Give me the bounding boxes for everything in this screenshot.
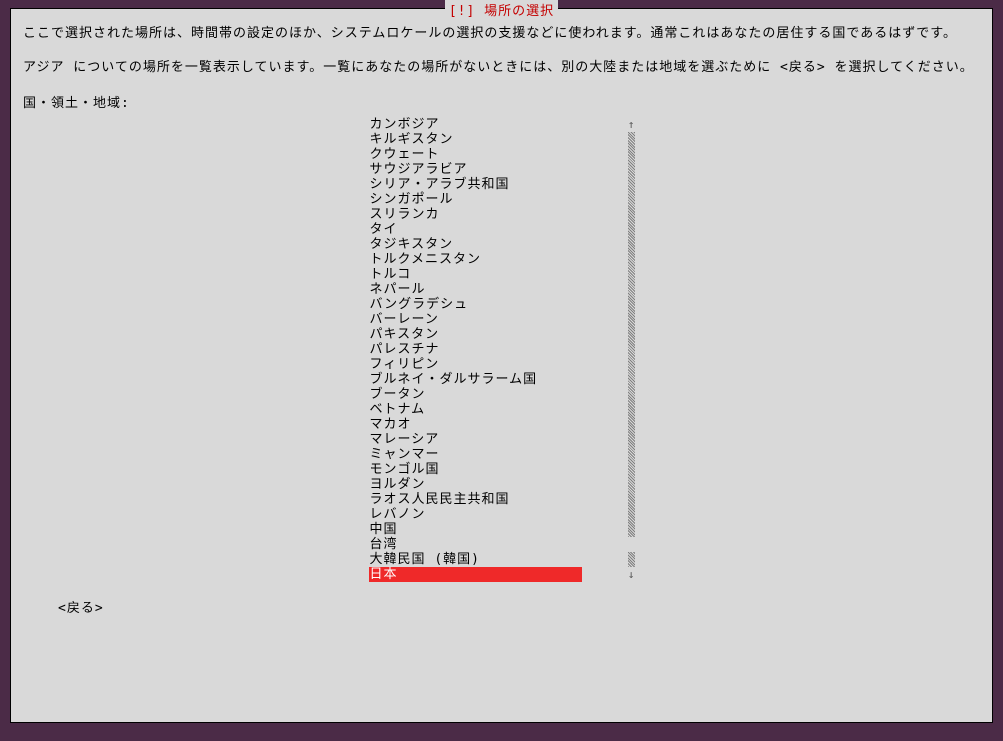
location-item[interactable]: レバノン (369, 507, 582, 522)
location-item[interactable]: ネパール (369, 282, 582, 297)
location-item[interactable]: タイ (369, 222, 582, 237)
location-item[interactable]: 日本 (369, 567, 582, 582)
scrollbar-gap (628, 537, 635, 552)
location-item[interactable]: スリランカ (369, 207, 582, 222)
location-item[interactable]: ベトナム (369, 402, 582, 417)
location-item[interactable]: フィリピン (369, 357, 582, 372)
description-2: アジア についての場所を一覧表示しています。一覧にあなたの場所がないときには、別… (23, 58, 980, 78)
location-item[interactable]: サウジアラビア (369, 162, 582, 177)
scrollbar: ↑ ↓ (628, 117, 635, 582)
location-item[interactable]: 大韓民国 (韓国) (369, 552, 582, 567)
location-item[interactable]: ラオス人民民主共和国 (369, 492, 582, 507)
scroll-up-icon[interactable]: ↑ (628, 117, 635, 132)
location-item[interactable]: ブータン (369, 387, 582, 402)
location-item[interactable]: バーレーン (369, 312, 582, 327)
go-back-button[interactable]: <戻る> (58, 597, 104, 616)
location-dialog: [!] 場所の選択 ここで選択された場所は、時間帯の設定のほか、システムロケール… (10, 8, 993, 723)
location-item[interactable]: バングラデシュ (369, 297, 582, 312)
location-item[interactable]: クウェート (369, 147, 582, 162)
location-item[interactable]: カンボジア (369, 117, 582, 132)
scrollbar-thumb[interactable] (628, 552, 635, 567)
list-area: カンボジアキルギスタンクウェートサウジアラビアシリア・アラブ共和国シンガポールス… (369, 117, 635, 582)
location-item[interactable]: キルギスタン (369, 132, 582, 147)
list-label: 国・領土・地域: (23, 92, 980, 111)
scrollbar-track[interactable] (628, 132, 635, 537)
location-item[interactable]: ヨルダン (369, 477, 582, 492)
location-item[interactable]: 台湾 (369, 537, 582, 552)
location-item[interactable]: トルクメニスタン (369, 252, 582, 267)
location-item[interactable]: ミャンマー (369, 447, 582, 462)
location-item[interactable]: シンガポール (369, 192, 582, 207)
title-wrap: [!] 場所の選択 (11, 0, 992, 19)
location-item[interactable]: モンゴル国 (369, 462, 582, 477)
dialog-title: [!] 場所の選択 (445, 0, 558, 19)
location-list[interactable]: カンボジアキルギスタンクウェートサウジアラビアシリア・アラブ共和国シンガポールス… (369, 117, 582, 582)
description-1: ここで選択された場所は、時間帯の設定のほか、システムロケールの選択の支援などに使… (23, 24, 980, 44)
location-item[interactable]: ブルネイ・ダルサラーム国 (369, 372, 582, 387)
location-item[interactable]: パレスチナ (369, 342, 582, 357)
location-item[interactable]: パキスタン (369, 327, 582, 342)
location-item[interactable]: トルコ (369, 267, 582, 282)
location-item[interactable]: タジキスタン (369, 237, 582, 252)
location-item[interactable]: マレーシア (369, 432, 582, 447)
location-item[interactable]: マカオ (369, 417, 582, 432)
scroll-down-icon[interactable]: ↓ (628, 567, 635, 582)
location-item[interactable]: シリア・アラブ共和国 (369, 177, 582, 192)
location-item[interactable]: 中国 (369, 522, 582, 537)
